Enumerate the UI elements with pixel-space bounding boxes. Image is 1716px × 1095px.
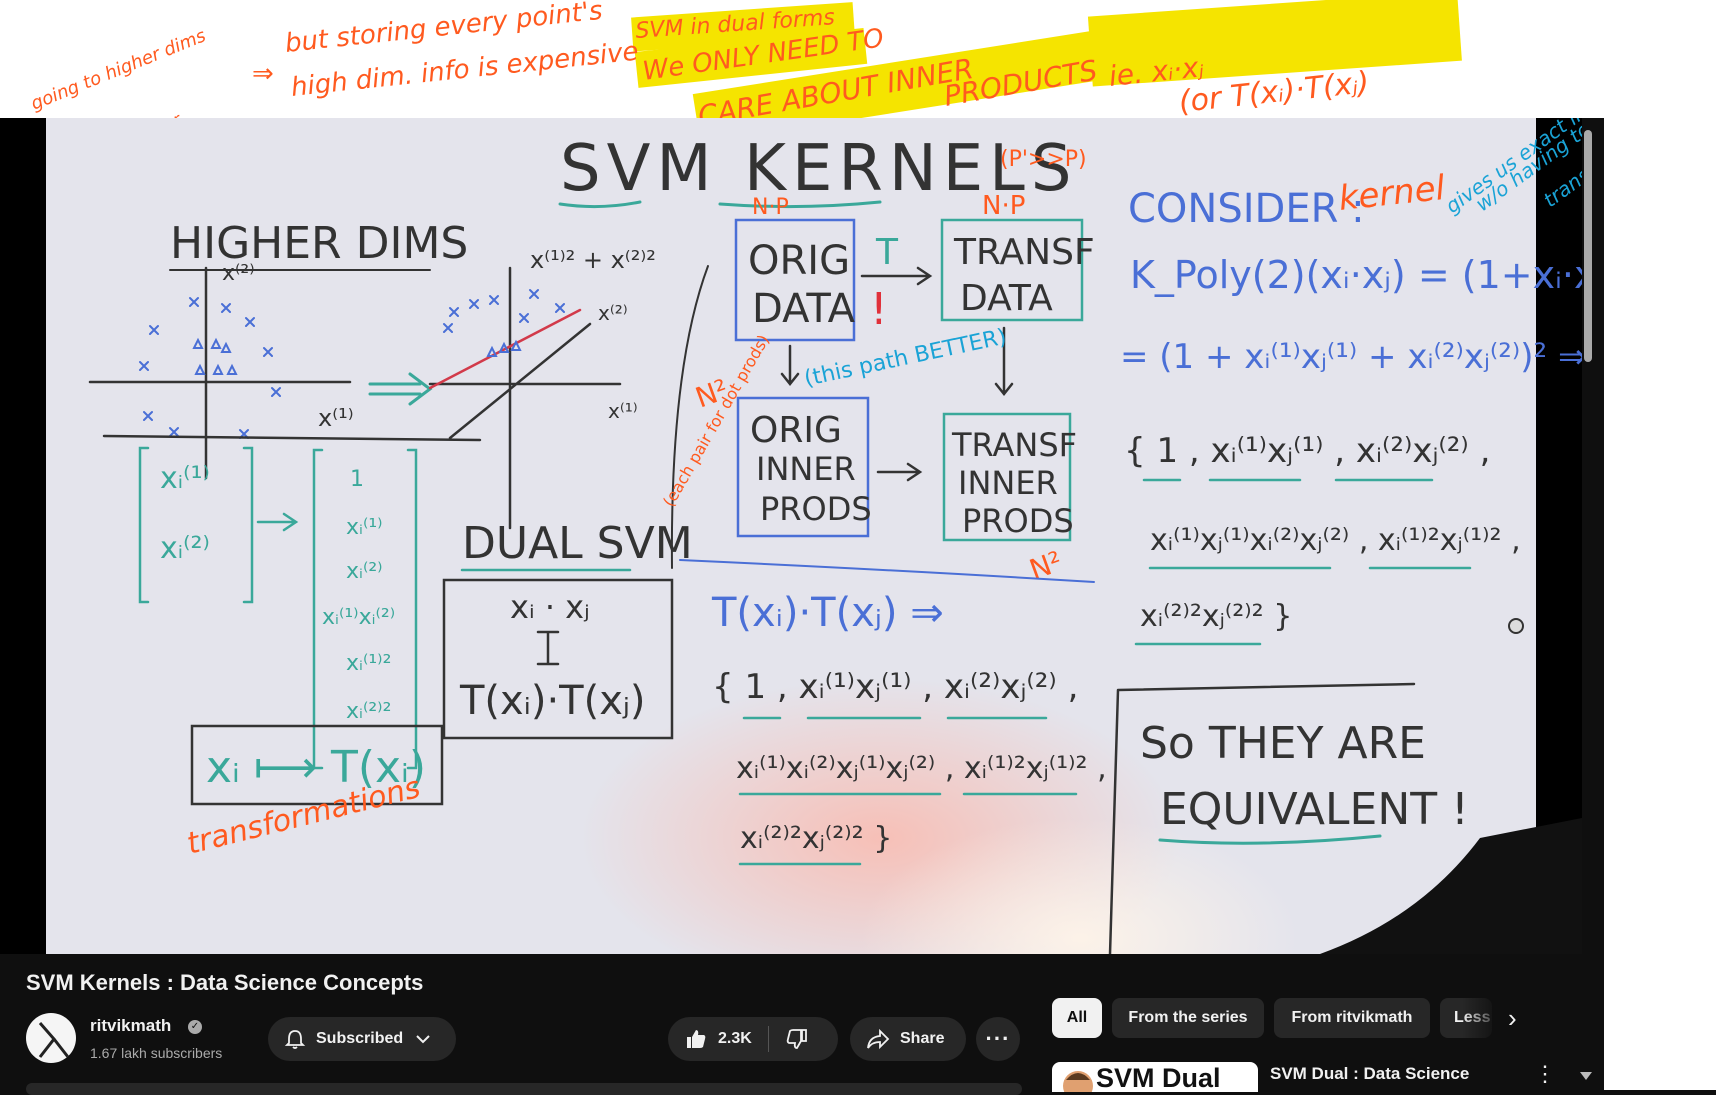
heading-consider: CONSIDER : <box>1128 186 1365 232</box>
dislike-button[interactable] <box>785 1027 809 1051</box>
annotation-higher-dims-1: going to higher dims <box>28 25 209 114</box>
box-transf-data-1: TRANSF <box>953 232 1095 273</box>
conclusion-line-2: EQUIVALENT ! <box>1160 784 1469 835</box>
kernel-expansion: = (1 + xᵢ⁽¹⁾xⱼ⁽¹⁾ + xᵢ⁽²⁾xⱼ⁽²⁾)² ⇒ <box>1120 337 1582 377</box>
presenter-face-icon <box>1063 1071 1093 1092</box>
box-orig-data-2: DATA <box>752 286 856 332</box>
box-orig-data-1: ORIG <box>748 238 850 284</box>
scrollbar-thumb[interactable] <box>1584 130 1592 362</box>
t-set-line-3: xᵢ⁽²⁾²xⱼ⁽²⁾² } <box>740 821 892 856</box>
annotation-strip: going to higher dims easier classifier ⇒… <box>0 0 1716 118</box>
transform-t-label: T <box>875 232 899 273</box>
box-orig-inner-2: INNER <box>756 450 856 488</box>
like-dislike-group: 2.3K <box>668 1017 838 1061</box>
vector-right-5: xᵢ⁽²⁾² <box>346 699 391 724</box>
vector-left-2: xᵢ⁽²⁾ <box>160 531 210 566</box>
thumb-down-icon <box>786 1029 807 1049</box>
whiteboard-frame: SVM KERNELS (P'>>P) HIGHER DIMS x⁽¹⁾ x⁽²… <box>46 118 1582 954</box>
annotation-arrow: ⇒ <box>252 59 274 89</box>
vector-right-0: 1 <box>350 467 364 492</box>
video-title: SVM Kernels : Data Science Concepts <box>26 970 424 995</box>
vector-right-3: xᵢ⁽¹⁾xᵢ⁽²⁾ <box>322 605 395 630</box>
box-orig-inner-1: ORIG <box>750 410 842 451</box>
chips-fade <box>1462 996 1502 1040</box>
kernel-formula: K_Poly(2)(xᵢ·xⱼ) = (1+xᵢ·xⱼ)² <box>1130 253 1582 297</box>
kernel-set-line-1: { 1 , xᵢ⁽¹⁾xⱼ⁽¹⁾ , xᵢ⁽²⁾xⱼ⁽²⁾ , <box>1124 431 1490 471</box>
thumbnail-text: SVM Dual <box>1096 1063 1221 1092</box>
axis-label-3d-bottom: x⁽¹⁾ <box>608 399 638 423</box>
t-dot-product: T(xᵢ)·T(xⱼ) ⇒ <box>711 590 944 636</box>
vector-right-4: xᵢ⁽¹⁾² <box>346 651 391 676</box>
bell-icon <box>284 1030 306 1049</box>
chevron-down-icon <box>416 1035 430 1044</box>
vector-right-1: xᵢ⁽¹⁾ <box>346 515 383 540</box>
annotation-np-left: N·P <box>752 195 789 220</box>
annotation-strip-drawing: going to higher dims easier classifier ⇒… <box>28 0 1462 118</box>
right-gutter <box>1604 0 1716 1090</box>
dual-box-top: xᵢ · xⱼ <box>510 588 590 626</box>
annotation-np-right: N·P <box>982 191 1025 221</box>
channel-name[interactable]: ritvikmath <box>90 1016 171 1036</box>
vector-right-2: xᵢ⁽²⁾ <box>346 559 383 584</box>
box-orig-inner-3: PRODS <box>760 490 872 528</box>
box-transf-data-2: DATA <box>960 278 1053 319</box>
thumb-up-icon <box>687 1030 706 1048</box>
annotation-p-gt: (P'>>P) <box>1000 147 1087 172</box>
axis-label-3d-top: x⁽¹⁾² + x⁽²⁾² <box>530 246 656 274</box>
share-button[interactable]: Share <box>850 1017 966 1061</box>
dual-box-bottom: T(xᵢ)·T(xⱼ) <box>459 678 646 724</box>
heading-higher-dims: HIGHER DIMS <box>170 218 468 269</box>
subscribed-button[interactable]: Subscribed <box>268 1017 456 1061</box>
box-transf-inner-1: TRANSF <box>951 426 1077 464</box>
box-transf-inner-2: INNER <box>958 464 1058 502</box>
axis-label-x2: x⁽²⁾ <box>222 261 255 286</box>
verified-check-icon: ✓ <box>188 1020 202 1034</box>
chevron-right-icon[interactable]: › <box>1508 1004 1517 1032</box>
like-button[interactable]: 2.3K <box>668 1017 752 1061</box>
kernel-set-line-3: xᵢ⁽²⁾²xⱼ⁽²⁾² } <box>1140 599 1292 634</box>
subscriber-count: 1.67 lakh subscribers <box>90 1045 223 1061</box>
t-set-line-1: { 1 , xᵢ⁽¹⁾xⱼ⁽¹⁾ , xᵢ⁽²⁾xⱼ⁽²⁾ , <box>712 667 1078 707</box>
axis-label-3d-right: x⁽²⁾ <box>598 301 628 325</box>
conclusion-line-1: So THEY ARE <box>1140 718 1426 769</box>
like-count: 2.3K <box>718 1030 752 1047</box>
like-divider <box>767 1026 769 1052</box>
axis-label-x1: x⁽¹⁾ <box>318 404 354 432</box>
recommendation-thumbnail[interactable]: SVM Dual <box>1052 1062 1258 1092</box>
more-vert-icon[interactable]: ⋮ <box>1534 1062 1556 1086</box>
kernel-set-line-2: xᵢ⁽¹⁾xⱼ⁽¹⁾xᵢ⁽²⁾xⱼ⁽²⁾ , xᵢ⁽¹⁾²xⱼ⁽¹⁾² , <box>1150 523 1521 558</box>
more-actions-button[interactable]: ··· <box>976 1017 1020 1061</box>
chip-from-the-series[interactable]: From the series <box>1112 998 1264 1038</box>
annotation-higher-dims-3: easier classifier <box>60 109 184 118</box>
box-transf-inner-3: PRODS <box>962 502 1074 540</box>
video-player[interactable]: SVM KERNELS (P'>>P) HIGHER DIMS x⁽¹⁾ x⁽²… <box>0 118 1582 954</box>
scroll-down-arrow-icon[interactable] <box>1580 1072 1592 1080</box>
share-label: Share <box>900 1030 945 1047</box>
chip-all[interactable]: All <box>1052 998 1102 1038</box>
channel-avatar[interactable] <box>26 1013 76 1063</box>
t-set-line-2: xᵢ⁽¹⁾xᵢ⁽²⁾xⱼ⁽¹⁾xⱼ⁽²⁾ , xᵢ⁽¹⁾²xⱼ⁽¹⁾² , <box>736 751 1107 786</box>
vector-left-1: xᵢ⁽¹⁾ <box>160 461 210 496</box>
share-arrow-icon <box>867 1028 890 1050</box>
heading-dual-svm: DUAL SVM <box>462 518 693 569</box>
description-box[interactable] <box>26 1083 1022 1095</box>
channel-logo-icon <box>38 1022 70 1058</box>
chip-from-channel[interactable]: From ritvikmath <box>1274 998 1430 1038</box>
subscribed-label: Subscribed <box>316 1030 404 1047</box>
exclamation-mark: ! <box>870 284 888 335</box>
recommendation-title[interactable]: SVM Dual : Data Science <box>1270 1064 1469 1084</box>
